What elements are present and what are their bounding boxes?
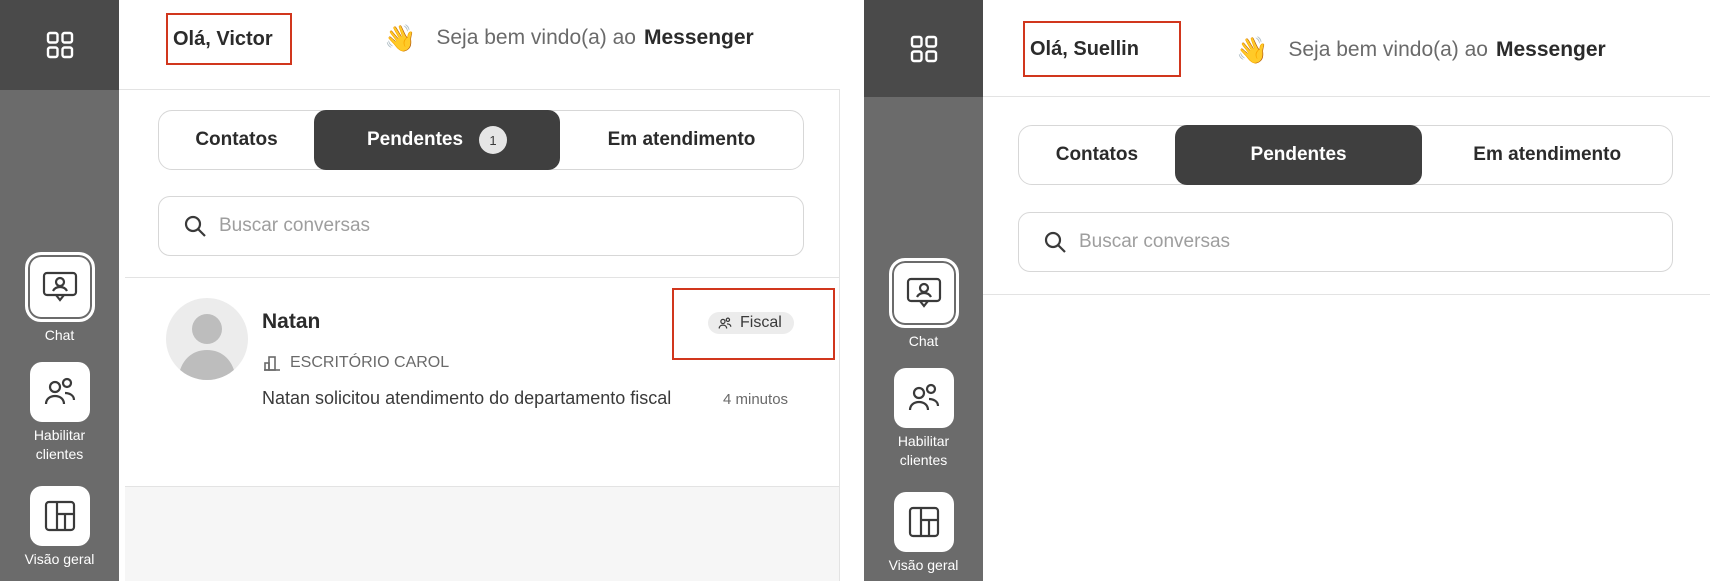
tab-contatos-label: Contatos [1055, 144, 1139, 165]
nav-chat[interactable]: Chat [864, 258, 983, 351]
welcome-message: 👋 Seja bem vindo(a) ao Messenger [384, 20, 754, 56]
nav-visao-geral[interactable]: Visão geral [0, 486, 119, 569]
grid-icon [46, 31, 73, 59]
welcome-text: Seja bem vindo(a) ao [436, 26, 636, 49]
tabs: Contatos Pendentes Em atendimento [1018, 125, 1673, 185]
pending-count-badge: 1 [479, 126, 508, 154]
nav-chat-button[interactable] [24, 252, 95, 322]
nav-visao-geral-button[interactable] [893, 492, 954, 552]
tab-contatos[interactable]: Contatos [1019, 125, 1175, 185]
nav-visao-geral-button[interactable] [29, 486, 90, 546]
right-screen: Chat Habilitar clientes Visão geral Olá,… [864, 0, 1710, 581]
conversation-item[interactable]: Natan ESCRITÓRIO CAROL Natan solicitou a… [119, 278, 840, 485]
greeting: Olá, Victor [173, 27, 273, 50]
search-input[interactable] [219, 215, 699, 237]
nav-chat-label: Chat [44, 327, 75, 343]
greeting: Olá, Suellin [1030, 37, 1139, 60]
user-placeholder-icon [178, 314, 236, 380]
avatar [166, 298, 248, 380]
wave-icon: 👋 [384, 22, 417, 53]
grid-icon [910, 35, 937, 62]
header: Olá, Suellin 👋 Seja bem vindo(a) ao Mess… [983, 0, 1710, 97]
nav-habilitar-clientes-button[interactable] [893, 368, 954, 428]
users-icon [718, 317, 732, 328]
tab-contatos-label: Contatos [195, 129, 278, 150]
nav-visao-geral-label: Visão geral [888, 557, 959, 573]
right-border [839, 90, 840, 581]
nav-habilitar-clientes-button[interactable] [29, 362, 90, 422]
greeting-highlight: Olá, Victor [166, 13, 292, 65]
sidebar: Chat Habilitar clientes Visão geral [0, 0, 119, 581]
header: Olá, Victor 👋 Seja bem vindo(a) ao Messe… [119, 0, 840, 90]
tab-pendentes[interactable]: Pendentes [1174, 125, 1423, 185]
tab-em-atendimento-label: Em atendimento [607, 129, 756, 150]
building-icon [264, 356, 280, 371]
greeting-highlight: Olá, Suellin [1023, 21, 1181, 77]
nav-chat-button[interactable] [888, 258, 959, 328]
tab-em-atendimento-label: Em atendimento [1473, 144, 1622, 165]
welcome-text: Seja bem vindo(a) ao [1288, 38, 1488, 61]
nav-visao-geral-label: Visão geral [24, 551, 95, 567]
message-time: 4 minutos [723, 391, 789, 408]
nav-visao-geral[interactable]: Visão geral [864, 492, 983, 575]
chat-user-icon [42, 271, 77, 302]
tab-em-atendimento[interactable]: Em atendimento [560, 110, 803, 170]
department-tag-label: Fiscal [740, 314, 782, 331]
apps-menu-button[interactable] [864, 0, 983, 97]
contact-name: Natan [262, 310, 321, 333]
dashboard-icon [908, 506, 939, 538]
main-area: Olá, Suellin 👋 Seja bem vindo(a) ao Mess… [983, 0, 1710, 581]
tab-pendentes[interactable]: Pendentes 1 [314, 110, 560, 170]
search-icon [1044, 231, 1066, 253]
nav-habilitar-clientes-label: Habilitar clientes [897, 433, 950, 468]
last-message: Natan solicitou atendimento do departame… [262, 388, 672, 408]
tab-pendentes-label: Pendentes [1250, 144, 1347, 165]
chat-user-icon [906, 277, 941, 308]
wave-icon: 👋 [1236, 34, 1269, 65]
users-icon [44, 377, 75, 405]
dashboard-icon [44, 500, 75, 532]
list-empty-area [125, 487, 840, 581]
nav-habilitar-clientes[interactable]: Habilitar clientes [864, 368, 983, 470]
nav-chat[interactable]: Chat [0, 252, 119, 345]
tab-em-atendimento[interactable]: Em atendimento [1422, 125, 1672, 185]
search-box[interactable] [158, 196, 804, 256]
left-screen: Chat Habilitar clientes Visão geral Olá,… [0, 0, 840, 581]
tab-contatos[interactable]: Contatos [159, 110, 314, 170]
search-icon [184, 215, 206, 237]
brand-name: Messenger [644, 26, 754, 49]
company-name: ESCRITÓRIO CAROL [290, 354, 450, 371]
list-top-divider [983, 294, 1710, 295]
tabs: Contatos Pendentes 1 Em atendimento [158, 110, 804, 170]
search-input[interactable] [1079, 231, 1559, 253]
nav-chat-label: Chat [908, 333, 939, 349]
nav-habilitar-clientes-label: Habilitar clientes [33, 427, 86, 462]
contact-company: ESCRITÓRIO CAROL [264, 354, 449, 372]
tab-pendentes-label: Pendentes [366, 129, 464, 150]
nav-habilitar-clientes[interactable]: Habilitar clientes [0, 362, 119, 464]
search-box[interactable] [1018, 212, 1673, 272]
apps-menu-button[interactable] [0, 0, 119, 90]
users-icon [908, 383, 939, 411]
sidebar: Chat Habilitar clientes Visão geral [864, 0, 983, 581]
welcome-message: 👋 Seja bem vindo(a) ao Messenger [1236, 32, 1606, 68]
main-area: Olá, Victor 👋 Seja bem vindo(a) ao Messe… [119, 0, 840, 581]
brand-name: Messenger [1496, 38, 1606, 61]
department-tag: Fiscal [708, 312, 794, 334]
